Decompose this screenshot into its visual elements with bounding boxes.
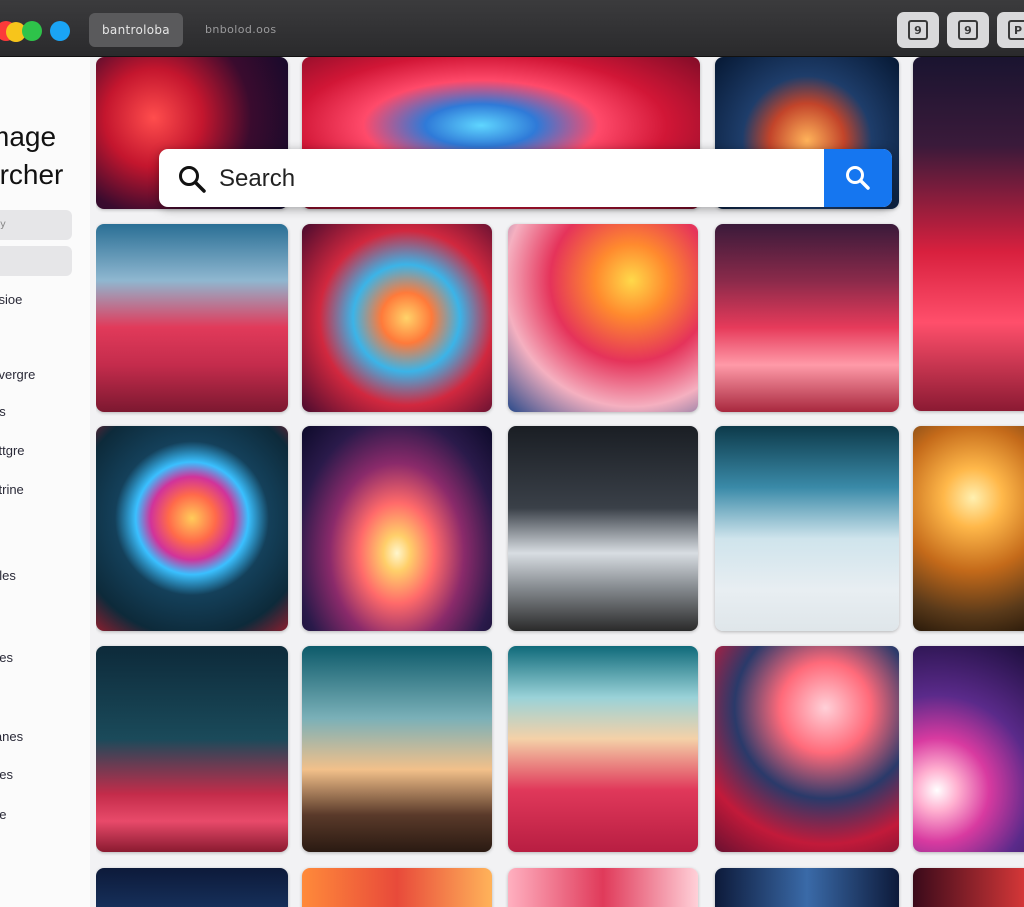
sidebar-item-10[interactable]: ees xyxy=(0,650,13,665)
sidebar-filter-2[interactable] xyxy=(0,246,72,276)
image-tile[interactable] xyxy=(302,868,492,907)
tab-active[interactable]: bantroloba xyxy=(89,13,183,47)
image-tile[interactable] xyxy=(913,868,1024,907)
image-tile[interactable] xyxy=(96,868,288,907)
search-input[interactable] xyxy=(217,159,821,199)
sidebar-item-8[interactable]: ales xyxy=(0,568,16,583)
profile-icon: P xyxy=(1008,20,1024,40)
search-icon xyxy=(179,166,206,193)
sidebar-filter-1[interactable]: y xyxy=(0,210,72,240)
image-tile[interactable] xyxy=(913,646,1024,852)
image-tile[interactable] xyxy=(508,646,698,852)
sidebar-item-4[interactable]: es xyxy=(0,404,6,419)
image-tile[interactable] xyxy=(96,426,288,631)
fullscreen-window-button[interactable] xyxy=(50,21,70,41)
image-tile[interactable] xyxy=(913,426,1024,631)
sidebar-item-5[interactable]: sttgre xyxy=(0,443,25,458)
search-icon xyxy=(846,166,870,190)
image-tile[interactable] xyxy=(508,426,698,631)
toolbar-button-3[interactable]: P xyxy=(997,12,1024,48)
sidebar-item-1[interactable]: ssioe xyxy=(0,292,22,307)
app-title-line2: archer xyxy=(0,159,64,190)
image-tile[interactable] xyxy=(715,868,899,907)
toolbar-button-2[interactable]: 9 xyxy=(947,12,989,48)
image-tile[interactable] xyxy=(302,646,492,852)
image-tile[interactable] xyxy=(715,646,899,852)
sidebar-item-14[interactable]: ee xyxy=(0,807,6,822)
title-bar: bantroloba bnbolod.oos 9 9 P xyxy=(0,0,1024,57)
image-tile[interactable] xyxy=(913,57,1024,411)
search-button[interactable] xyxy=(824,149,892,207)
maximize-window-button[interactable] xyxy=(22,21,42,41)
image-tile[interactable] xyxy=(96,224,288,412)
image-tile[interactable] xyxy=(715,224,899,412)
image-tile[interactable] xyxy=(715,426,899,631)
sidebar-item-12[interactable]: ianes xyxy=(0,729,23,744)
window-icon: 9 xyxy=(958,20,978,40)
image-tile[interactable] xyxy=(508,224,698,412)
sidebar-item-6[interactable]: strine xyxy=(0,482,24,497)
app-title-line1: mage xyxy=(0,121,57,152)
tab-inactive[interactable]: bnbolod.oos xyxy=(205,13,277,47)
image-tile[interactable] xyxy=(508,868,698,907)
search-bar xyxy=(159,149,892,207)
sidebar-item-3[interactable]: svergre xyxy=(0,367,35,382)
image-tile[interactable] xyxy=(302,426,492,631)
image-tile[interactable] xyxy=(302,224,492,412)
sidebar: mage archer y ssioe s svergre es sttgre … xyxy=(0,57,90,907)
app-window: bantroloba bnbolod.oos 9 9 P mage archer… xyxy=(0,0,1024,907)
window-icon: 9 xyxy=(908,20,928,40)
image-tile[interactable] xyxy=(96,646,288,852)
toolbar-button-1[interactable]: 9 xyxy=(897,12,939,48)
sidebar-item-13[interactable]: aes xyxy=(0,767,13,782)
